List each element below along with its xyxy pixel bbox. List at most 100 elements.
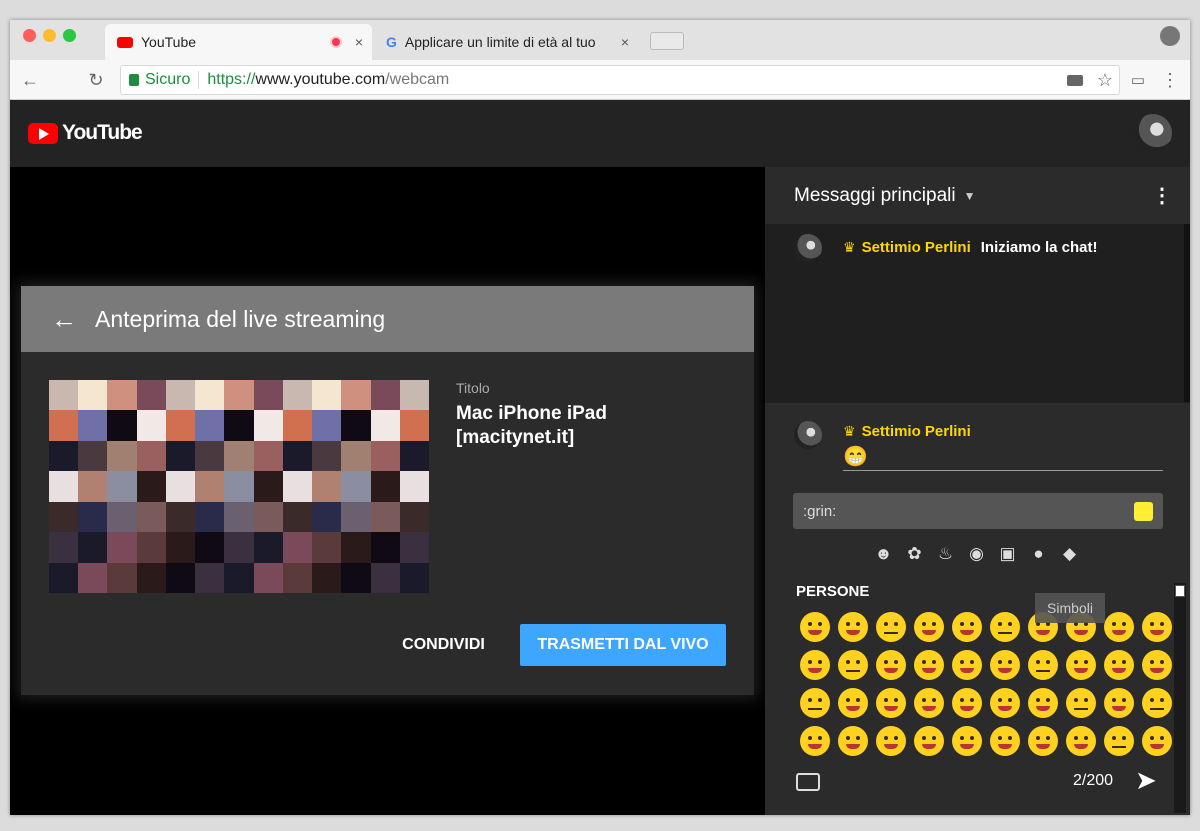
emoji-option[interactable] bbox=[876, 688, 906, 718]
symbols-category-icon[interactable]: ◆ bbox=[1059, 543, 1080, 564]
emoji-option[interactable] bbox=[990, 612, 1020, 642]
emoji-category-bar: ☻ ✿ ♨ ◉ ▣ ● ◆ bbox=[873, 543, 1080, 564]
preview-pixel bbox=[253, 410, 283, 441]
message-author[interactable]: Settimio Perlini bbox=[862, 239, 971, 256]
emoji-option[interactable] bbox=[1142, 688, 1172, 718]
url-protocol: https:// bbox=[207, 71, 256, 88]
keyboard-icon[interactable] bbox=[796, 773, 820, 791]
chat-scrollbar[interactable] bbox=[1184, 224, 1190, 402]
preview-pixel bbox=[49, 471, 79, 502]
emoji-option[interactable] bbox=[1028, 688, 1058, 718]
emoji-option[interactable] bbox=[838, 650, 868, 680]
emoji-option[interactable] bbox=[1104, 688, 1134, 718]
close-tab-icon[interactable]: × bbox=[616, 34, 634, 50]
emoji-option[interactable] bbox=[1142, 726, 1172, 756]
preview-pixel bbox=[399, 532, 429, 563]
close-window-button[interactable] bbox=[23, 29, 36, 42]
emoji-option[interactable] bbox=[1104, 650, 1134, 680]
emoji-option[interactable] bbox=[1066, 688, 1096, 718]
emoji-option[interactable] bbox=[876, 612, 906, 642]
preview-pixel bbox=[224, 532, 254, 563]
go-live-button[interactable]: TRASMETTI DAL VIVO bbox=[520, 624, 726, 666]
address-bar[interactable]: Sicuro https:// www.youtube.com /webcam … bbox=[120, 65, 1120, 95]
emoji-option[interactable] bbox=[1066, 726, 1096, 756]
emoji-option[interactable] bbox=[914, 688, 944, 718]
maximize-window-button[interactable] bbox=[63, 29, 76, 42]
back-arrow-icon[interactable]: ← bbox=[18, 68, 42, 92]
emoji-option[interactable] bbox=[1028, 726, 1058, 756]
nature-category-icon[interactable]: ✿ bbox=[904, 543, 925, 564]
minimize-window-button[interactable] bbox=[43, 29, 56, 42]
emoji-option[interactable] bbox=[914, 726, 944, 756]
smiley-category-icon[interactable]: ☻ bbox=[873, 543, 894, 564]
emoji-option[interactable] bbox=[838, 688, 868, 718]
emoji-option[interactable] bbox=[1104, 726, 1134, 756]
preview-pixel bbox=[165, 410, 196, 441]
emoji-option[interactable] bbox=[838, 726, 868, 756]
preview-pixel bbox=[78, 532, 108, 563]
emoji-option[interactable] bbox=[1142, 612, 1172, 642]
chat-mode-selector[interactable]: Messaggi principali bbox=[794, 185, 956, 207]
close-tab-icon[interactable]: × bbox=[350, 34, 368, 50]
emoji-option[interactable] bbox=[800, 612, 830, 642]
emoji-option[interactable] bbox=[990, 726, 1020, 756]
account-avatar[interactable] bbox=[1134, 114, 1172, 152]
preview-pixel bbox=[312, 410, 342, 441]
dropdown-caret-icon[interactable]: ▼ bbox=[964, 189, 976, 203]
back-arrow-icon[interactable]: ← bbox=[51, 304, 77, 335]
youtube-favicon-icon bbox=[117, 36, 133, 48]
emoji-option[interactable] bbox=[952, 688, 982, 718]
preview-pixel bbox=[165, 501, 196, 533]
basketball-category-icon[interactable]: ◉ bbox=[966, 543, 987, 564]
camera-icon[interactable] bbox=[1066, 74, 1083, 86]
share-button[interactable]: CONDIVIDI bbox=[391, 624, 496, 666]
preview-pixel bbox=[370, 501, 400, 533]
preview-pixel bbox=[224, 440, 254, 472]
preview-pixel bbox=[136, 471, 166, 502]
emoji-option[interactable] bbox=[952, 726, 982, 756]
send-icon[interactable]: ➤ bbox=[1135, 765, 1157, 796]
emoji-option[interactable] bbox=[838, 612, 868, 642]
emoji-option[interactable] bbox=[876, 726, 906, 756]
emoji-scrollbar[interactable] bbox=[1174, 583, 1186, 813]
tab-google[interactable]: G Applicare un limite di età al tuo × bbox=[378, 24, 640, 60]
profile-icon[interactable] bbox=[1160, 26, 1180, 46]
preview-pixel bbox=[312, 471, 342, 502]
star-icon[interactable]: ☆ bbox=[1097, 70, 1113, 91]
emoji-option[interactable] bbox=[914, 650, 944, 680]
emoji-option[interactable] bbox=[800, 650, 830, 680]
more-options-icon[interactable]: ⋮ bbox=[1152, 183, 1172, 208]
emoji-option[interactable] bbox=[952, 612, 982, 642]
emoji-option[interactable] bbox=[876, 650, 906, 680]
emoji-search-input[interactable]: :grin: bbox=[793, 493, 1163, 529]
cake-category-icon[interactable]: ♨ bbox=[935, 543, 956, 564]
reload-icon[interactable]: ↻ bbox=[84, 68, 108, 92]
preview-pixel bbox=[78, 440, 108, 472]
stream-title: Mac iPhone iPad [macitynet.it] bbox=[456, 403, 607, 448]
menu-dots-icon[interactable]: ⋮ bbox=[1158, 68, 1182, 92]
emoji-option[interactable] bbox=[1142, 650, 1172, 680]
youtube-logo[interactable]: YouTube bbox=[28, 121, 143, 145]
preview-pixel bbox=[341, 501, 371, 533]
preview-pixel bbox=[370, 380, 400, 411]
preview-pixel bbox=[399, 501, 429, 533]
new-tab-button[interactable] bbox=[650, 32, 684, 50]
tab-youtube[interactable]: YouTube × bbox=[105, 24, 372, 60]
emoji-option[interactable] bbox=[800, 726, 830, 756]
car-category-icon[interactable]: ▣ bbox=[997, 543, 1018, 564]
emoji-option[interactable] bbox=[952, 650, 982, 680]
emoji-option[interactable] bbox=[1066, 650, 1096, 680]
lightbulb-category-icon[interactable]: ● bbox=[1028, 543, 1049, 564]
chat-input[interactable]: 😁 bbox=[843, 444, 1163, 468]
skin-tone-button[interactable] bbox=[1134, 501, 1153, 521]
emoji-option[interactable] bbox=[1028, 650, 1058, 680]
emoji-option[interactable] bbox=[914, 612, 944, 642]
emoji-option[interactable] bbox=[800, 688, 830, 718]
emoji-option[interactable] bbox=[1104, 612, 1134, 642]
secure-indicator[interactable]: Sicuro bbox=[129, 71, 190, 89]
emoji-option[interactable] bbox=[990, 650, 1020, 680]
scrollbar-thumb[interactable] bbox=[1175, 585, 1185, 597]
cast-icon[interactable]: ▭ bbox=[1126, 68, 1150, 92]
preview-pixel bbox=[107, 562, 137, 593]
emoji-option[interactable] bbox=[990, 688, 1020, 718]
